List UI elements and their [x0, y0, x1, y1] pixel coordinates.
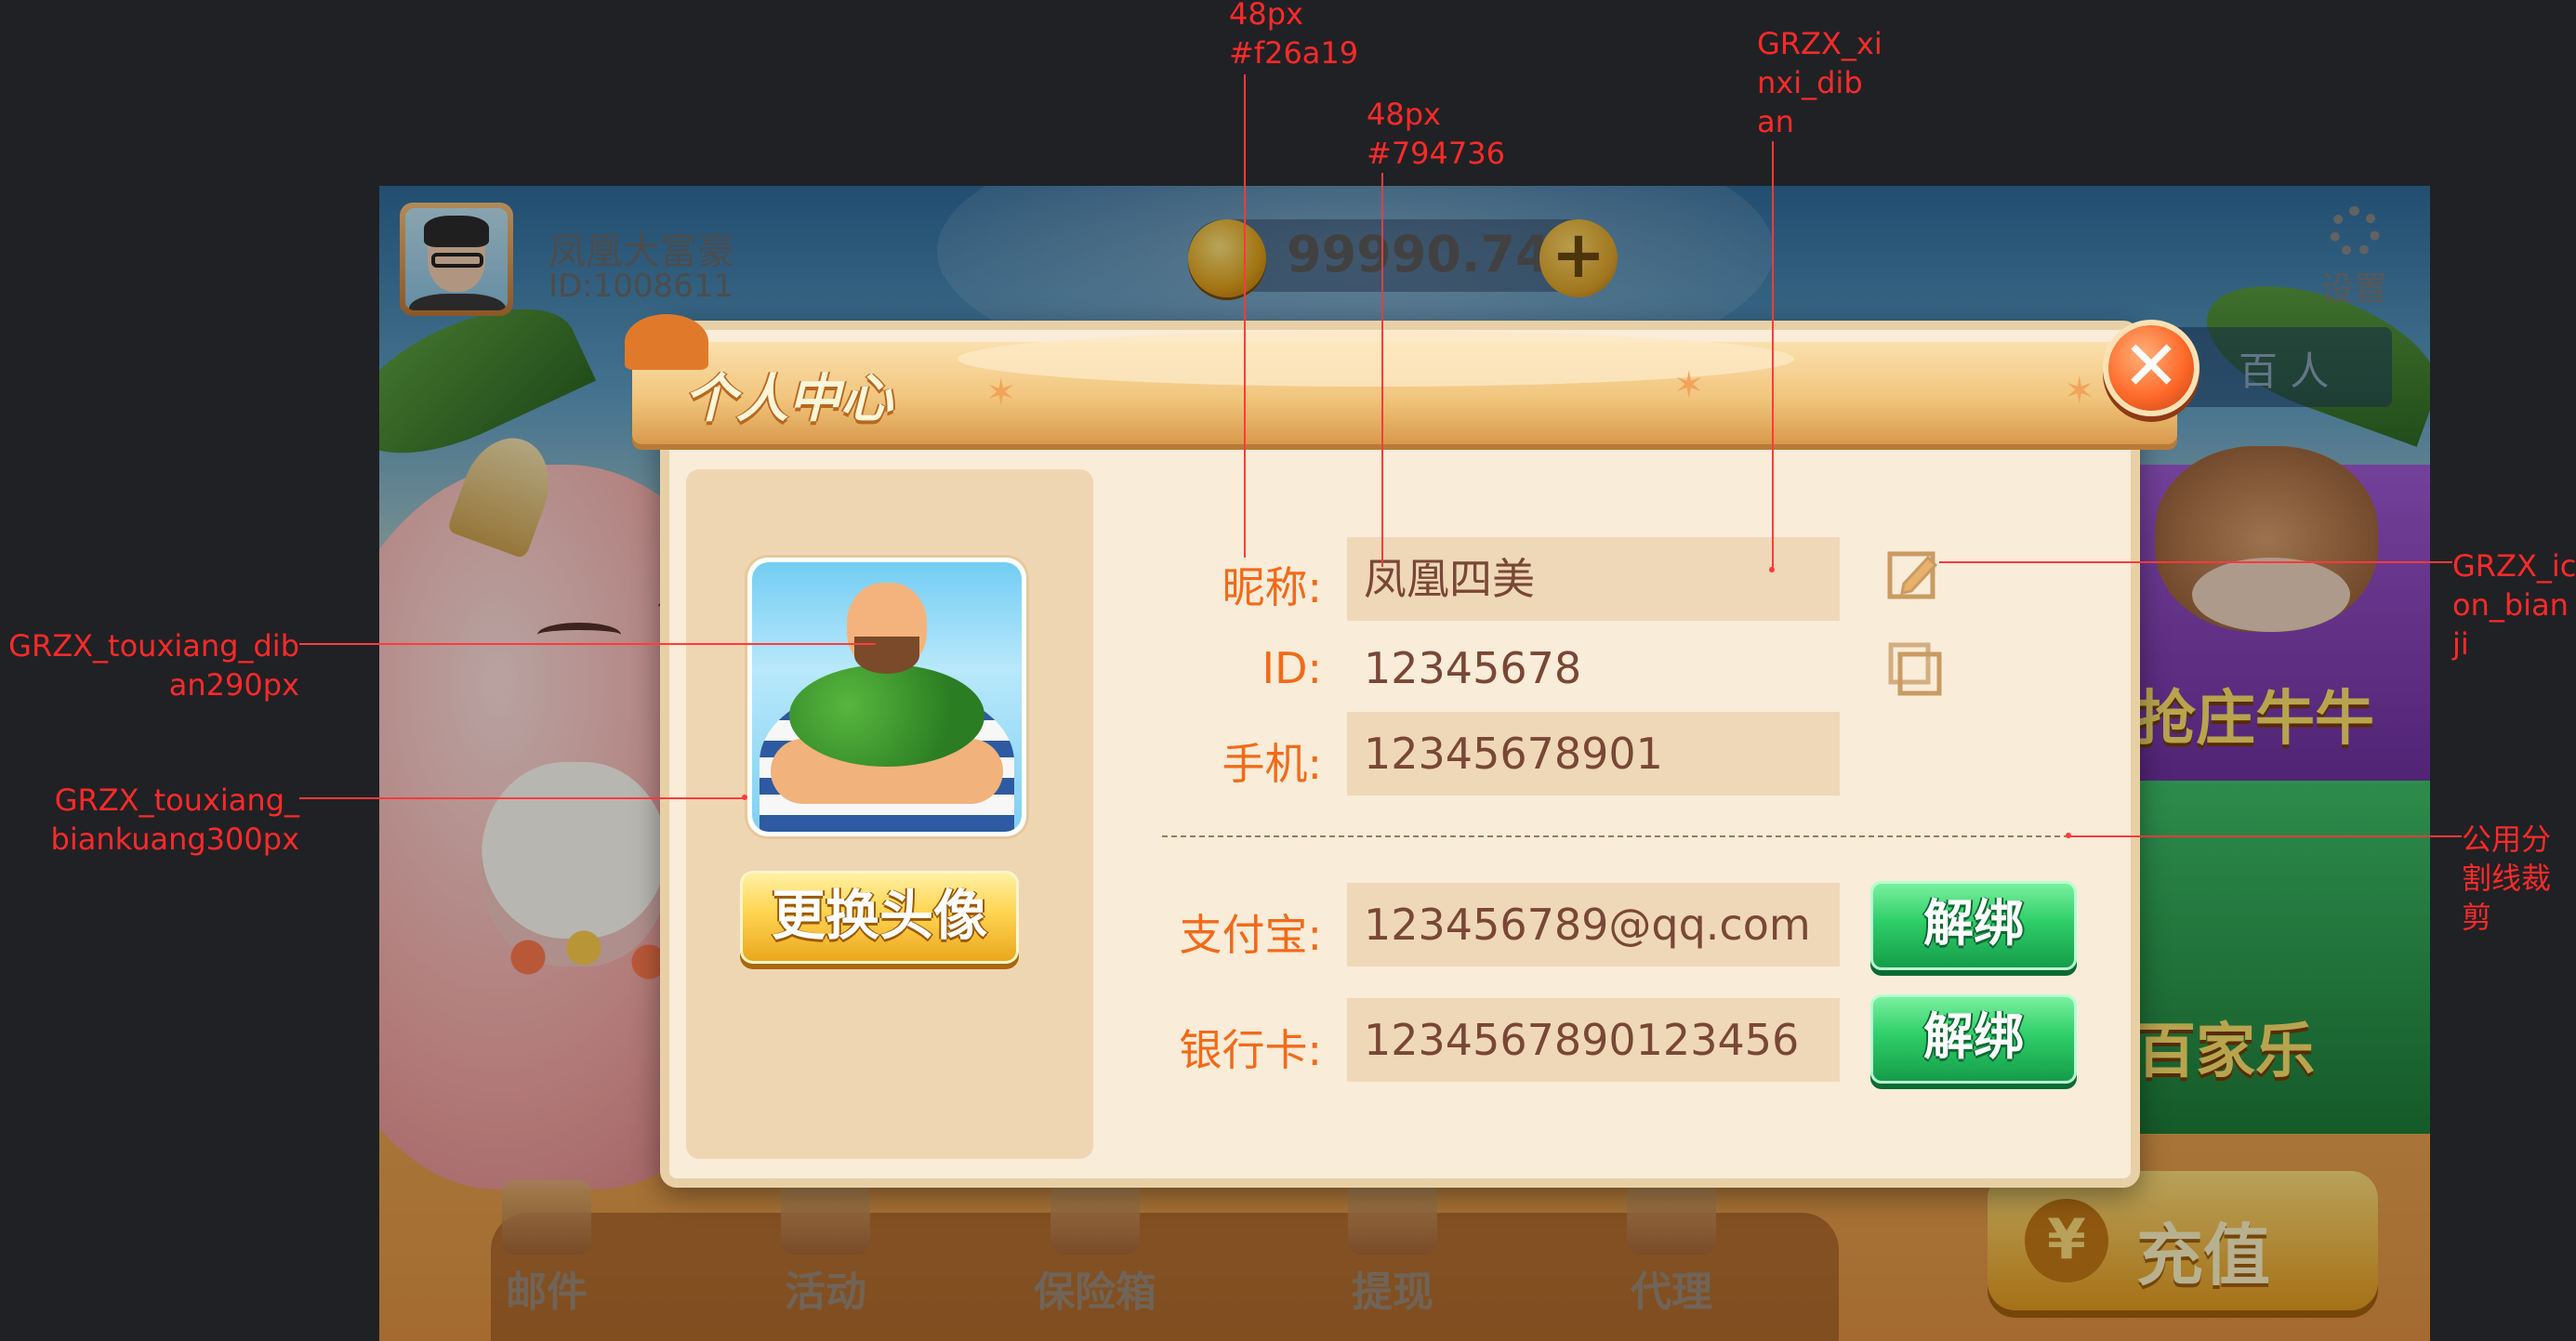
sand-decoration: [958, 331, 1794, 387]
copy-icon[interactable]: [1887, 641, 1943, 697]
annotation-line: [299, 797, 746, 799]
annotation-label-style: 48px #f26a19: [1229, 0, 1359, 71]
phone-field[interactable]: 12345678901: [1347, 712, 1840, 795]
annotation-edit-icon: GRZX_ic on_bian ji: [2452, 548, 2576, 662]
annotation-value-style: 48px #794736: [1367, 97, 1505, 171]
annotation-avatar-bg: GRZX_touxiang_dib an290px: [8, 628, 299, 703]
annotation-line: [1939, 561, 2452, 563]
annotation-divider: 公用分 割线裁 剪: [2462, 822, 2552, 935]
starfish-icon: ✶: [985, 372, 1017, 414]
annotation-line: [1772, 141, 1774, 569]
annotation-info-bg: GRZX_xi nxi_dib an: [1757, 26, 1882, 139]
annotation-avatar-frame: GRZX_touxiang_ biankuang300px: [50, 782, 299, 857]
nickname-field[interactable]: 凤凰四美: [1347, 537, 1840, 621]
divider: [1162, 835, 2069, 837]
bank-field[interactable]: 1234567890123456: [1347, 998, 1840, 1082]
annotation-dot: [2066, 833, 2071, 838]
id-value: 12345678: [1364, 643, 1582, 693]
alipay-label: 支付宝:: [1179, 910, 1323, 960]
bank-label: 银行卡:: [1179, 1025, 1323, 1075]
annotation-dot: [742, 795, 747, 800]
annotation-line: [2069, 835, 2462, 837]
annotation-line: [1381, 173, 1383, 567]
starfish-icon: ✶: [1673, 364, 1705, 407]
id-label: ID:: [1262, 643, 1323, 693]
nickname-label: 昵称:: [1222, 562, 1323, 612]
avatar-image: [752, 562, 1022, 832]
dialog-title: 个人中心: [684, 369, 892, 429]
edit-icon[interactable]: [1887, 546, 1941, 600]
annotation-dot: [1769, 567, 1775, 572]
close-button[interactable]: ✕: [2103, 320, 2200, 416]
annotation-line: [299, 643, 876, 645]
unbind-bank-button[interactable]: 解绑: [1870, 994, 2077, 1084]
change-avatar-button[interactable]: 更换头像: [740, 871, 1019, 964]
starfish-icon: ✶: [2064, 370, 2095, 413]
annotation-line: [1244, 74, 1246, 558]
phone-label: 手机:: [1222, 739, 1323, 789]
alipay-field[interactable]: 123456789@qq.com: [1347, 883, 1840, 966]
unbind-alipay-button[interactable]: 解绑: [1870, 881, 2077, 970]
